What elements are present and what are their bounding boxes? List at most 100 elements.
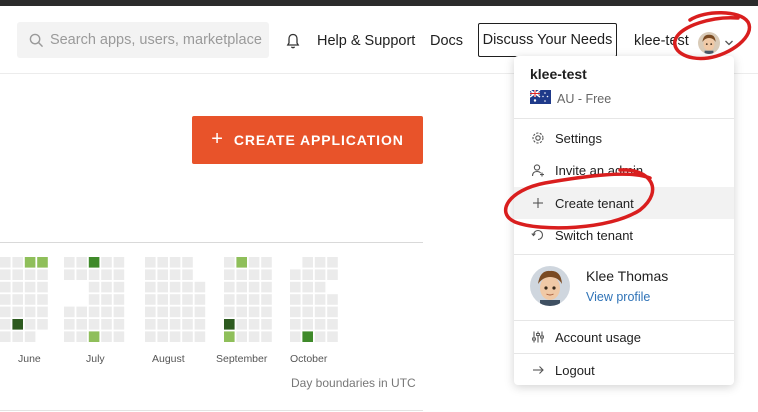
heatmap-cell xyxy=(236,269,247,280)
activity-heatmap xyxy=(0,257,338,342)
heatmap-cell xyxy=(157,319,168,330)
heatmap-cell xyxy=(248,269,260,280)
heatmap-cell xyxy=(145,331,156,342)
discuss-needs-button[interactable]: Discuss Your Needs xyxy=(478,23,617,57)
heatmap-cell xyxy=(76,319,87,330)
heatmap-cell xyxy=(261,269,272,280)
menu-item-invite-admin[interactable]: Invite an admin xyxy=(514,154,734,186)
search-box[interactable] xyxy=(17,22,269,58)
heatmap-cell xyxy=(169,306,181,318)
heatmap-cell xyxy=(182,257,193,268)
chevron-down-icon[interactable] xyxy=(724,39,734,47)
heatmap-cell xyxy=(302,257,313,268)
heatmap-cell xyxy=(101,331,112,342)
heatmap-cell xyxy=(0,306,11,318)
search-input[interactable] xyxy=(49,32,269,48)
heatmap-cell xyxy=(194,281,206,293)
heatmap-cell xyxy=(224,319,235,330)
heatmap-cell xyxy=(157,281,168,293)
heatmap-cell xyxy=(182,294,193,305)
heatmap-cell xyxy=(248,306,260,318)
heatmap-cell xyxy=(157,269,168,280)
heatmap-cell xyxy=(224,294,235,305)
month-label-october: October xyxy=(290,353,328,365)
heatmap-cell xyxy=(12,331,23,342)
menu-item-account-usage[interactable]: Account usage xyxy=(514,321,734,353)
docs-link[interactable]: Docs xyxy=(430,33,463,49)
heatmap-cell xyxy=(24,331,36,342)
heatmap-cell xyxy=(248,294,260,305)
heatmap-cell xyxy=(182,319,193,330)
bell-icon[interactable] xyxy=(284,32,302,50)
heatmap-cell xyxy=(290,281,301,293)
heatmap-cell xyxy=(88,319,100,330)
heatmap-cell xyxy=(12,281,23,293)
heatmap-cell xyxy=(12,269,23,280)
heatmap-cell xyxy=(145,269,156,280)
heatmap-cell xyxy=(12,257,23,268)
heatmap-cell xyxy=(261,331,272,342)
heatmap-cell xyxy=(194,319,206,330)
view-profile-link[interactable]: View profile xyxy=(586,290,650,304)
heatmap-cell xyxy=(101,319,112,330)
heatmap-cell xyxy=(169,319,181,330)
heatmap-cell xyxy=(261,294,272,305)
menu-item-logout[interactable]: Logout xyxy=(514,354,734,386)
menu-item-create-tenant[interactable]: Create tenant xyxy=(514,187,734,219)
heatmap-cell xyxy=(37,257,48,268)
heatmap-cell xyxy=(302,306,313,318)
heatmap-cell xyxy=(302,331,313,342)
heatmap-cell xyxy=(0,269,11,280)
heatmap-cell xyxy=(248,331,260,342)
heatmap-cell xyxy=(24,294,36,305)
help-support-link[interactable]: Help & Support xyxy=(317,33,415,49)
menu-item-label: Account usage xyxy=(555,329,642,345)
heatmap-cell xyxy=(101,281,112,293)
heatmap-cell xyxy=(224,257,235,268)
heatmap-cell xyxy=(248,257,260,268)
heatmap-cell xyxy=(113,319,125,330)
sliders-icon xyxy=(532,331,544,343)
heatmap-cell xyxy=(261,319,272,330)
heatmap-cell xyxy=(290,319,301,330)
heatmap-cell xyxy=(76,306,87,318)
heatmap-cell xyxy=(101,269,112,280)
heatmap-cell xyxy=(88,269,100,280)
tenant-switcher-label[interactable]: klee-test xyxy=(634,33,689,49)
heatmap-cell xyxy=(37,319,48,330)
heatmap-cell xyxy=(327,319,338,330)
heatmap-cell xyxy=(101,294,112,305)
create-application-button[interactable]: + CREATE APPLICATION xyxy=(192,116,423,164)
user-avatar[interactable] xyxy=(698,32,720,54)
heatmap-cell xyxy=(224,281,235,293)
heatmap-cell xyxy=(76,331,87,342)
plus-icon: + xyxy=(211,127,224,150)
menu-item-label: Logout xyxy=(555,362,595,378)
heatmap-cell xyxy=(182,269,193,280)
heatmap-cell xyxy=(302,294,313,305)
menu-item-label: Settings xyxy=(555,130,602,146)
heatmap-cell xyxy=(0,319,11,330)
heatmap-cell xyxy=(88,294,100,305)
heatmap-cell xyxy=(145,319,156,330)
heatmap-cell xyxy=(194,306,206,318)
menu-item-label: Switch tenant xyxy=(555,227,634,243)
heatmap-cell xyxy=(157,294,168,305)
heatmap-cell xyxy=(64,269,75,280)
menu-item-settings[interactable]: Settings xyxy=(514,122,734,154)
heatmap-cell xyxy=(157,331,168,342)
menu-item-switch-tenant[interactable]: Switch tenant xyxy=(514,219,734,251)
heatmap-cell xyxy=(290,269,301,280)
australia-flag-icon xyxy=(530,90,551,104)
account-dropdown-menu: klee-test AU - Free Settings Invite an a… xyxy=(514,56,734,385)
heatmap-cell xyxy=(327,294,338,305)
heatmap-cell xyxy=(37,294,48,305)
switch-icon xyxy=(531,229,544,241)
section-divider xyxy=(0,242,423,243)
heatmap-cell xyxy=(157,257,168,268)
menu-separator xyxy=(514,254,734,255)
heatmap-cell xyxy=(224,306,235,318)
heatmap-cell xyxy=(290,306,301,318)
heatmap-cell xyxy=(113,331,125,342)
heatmap-cell xyxy=(37,281,48,293)
